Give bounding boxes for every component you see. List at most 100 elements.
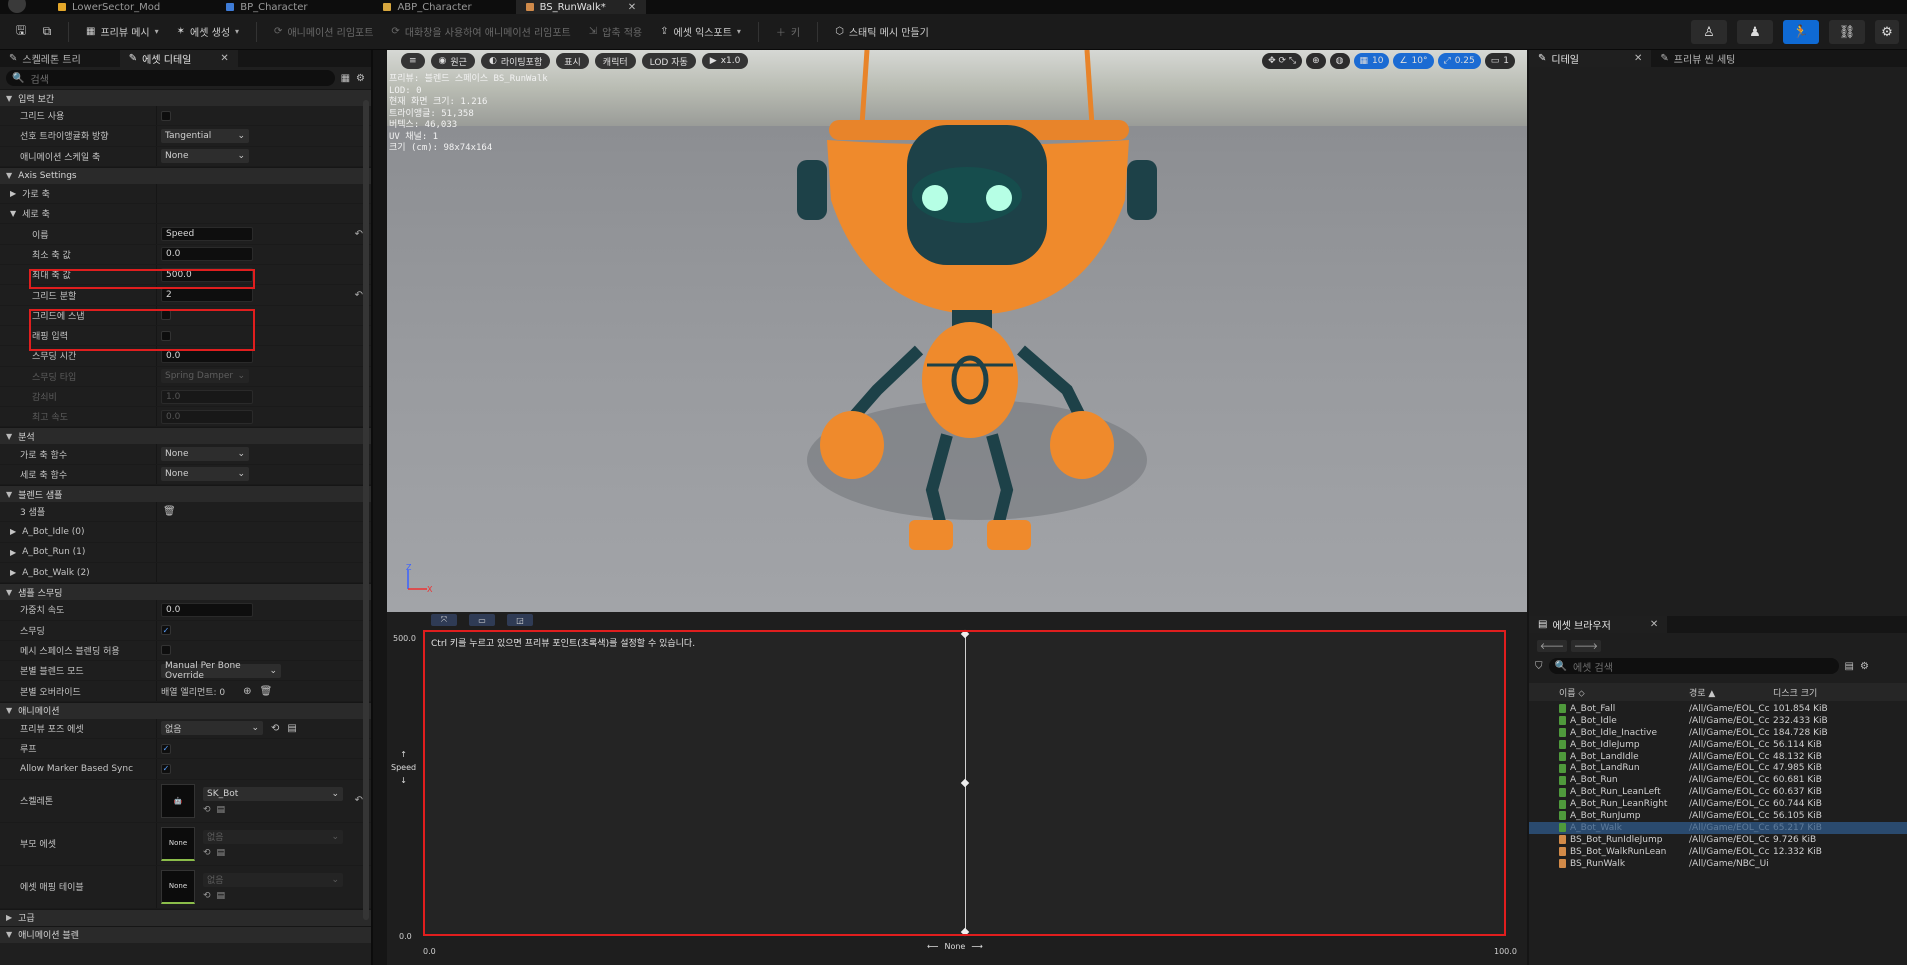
asset-row[interactable]: A_Bot_LandRun/All/Game/EOL_Cc 47.985 KiB [1529, 762, 1907, 774]
anim-axis-select[interactable]: None ⌄ [161, 149, 249, 164]
add-key-button[interactable]: ＋ 키 [769, 20, 807, 44]
max-axis-field[interactable]: 500.0 [161, 267, 253, 282]
blueprint-mode-icon[interactable]: ⛓ [1829, 20, 1865, 44]
lod-button[interactable]: LOD 자동 [641, 53, 696, 69]
min-axis-field[interactable]: 0.0 [161, 247, 253, 262]
back-icon[interactable]: 🡐 [1537, 640, 1567, 652]
sample-item-walk[interactable]: ▶ A_Bot_Walk (2) [0, 562, 371, 584]
transform-mode-icon[interactable]: ✥ ⟳ ⤡ [1262, 53, 1303, 69]
asset-row[interactable]: A_Bot_Run/All/Game/EOL_Cc 60.681 KiB [1529, 774, 1907, 786]
preview-mesh-button[interactable]: ▦ 프리뷰 메시 ▾ [79, 20, 166, 44]
scale-snap-button[interactable]: ⤢ 0.25 [1437, 53, 1481, 69]
add-element-icon[interactable]: ⊕ [243, 686, 251, 697]
tab-skeleton-tree[interactable]: ✎ 스켈레톤 트리 [0, 50, 90, 67]
apply-compression-button[interactable]: ⇲ 압축 적용 [582, 20, 649, 44]
mesh-blend-checkbox[interactable] [161, 645, 171, 656]
close-icon[interactable]: ✕ [220, 53, 228, 64]
browse-icon[interactable]: ⟲ [271, 723, 279, 734]
camera-speed-button[interactable]: ▭ 1 [1484, 53, 1515, 69]
blendspace-grid[interactable]: Ctrl 키를 누르고 있으면 프리뷰 포인트(초록색)를 설정할 수 있습니다… [423, 629, 1506, 937]
tab-lower-sector[interactable]: LowerSector_Mod [48, 0, 170, 14]
asset-map-thumbnail[interactable]: None [161, 869, 195, 904]
tab-abp-character[interactable]: ABP_Character [373, 0, 481, 14]
smooth-time-field[interactable]: 0.0 [161, 348, 253, 363]
asset-row[interactable]: A_Bot_LandIdle/All/Game/EOL_Cc 48.132 KiB [1529, 751, 1907, 763]
smoothing-checkbox[interactable]: ✓ [161, 625, 171, 636]
preview-viewport[interactable]: ≡ ◉ 원근 ◐ 라이팅포함 표시 캐릭터 LOD 자동 ▶ x1.0 ✥ ⟳ ⤡ ⊕… [387, 50, 1527, 612]
folder-icon[interactable]: ▤ [1845, 661, 1854, 672]
asset-search-input[interactable]: 🔍 에셋 검색 [1548, 658, 1839, 674]
smooth-type-select[interactable]: Spring Damper ⌄ [161, 369, 249, 384]
axis-name-field[interactable]: Speed [161, 227, 253, 242]
mesh-mode-icon[interactable]: ♟ [1737, 20, 1773, 44]
unreal-logo-icon[interactable] [0, 0, 34, 14]
tab-details[interactable]: ✎ 디테일 ✕ [1529, 50, 1652, 67]
character-button[interactable]: 캐릭터 [594, 53, 636, 69]
tab-bs-runwalk[interactable]: BS_RunWalk* ✕ [515, 0, 647, 14]
column-name[interactable]: 이름 ⬦ [1529, 686, 1689, 699]
section-analysis[interactable]: ▼ 분석 [0, 427, 371, 445]
folder-icon[interactable]: ▤ [217, 848, 226, 858]
asset-row[interactable]: A_Bot_RunJump/All/Game/EOL_Cc 56.105 KiB [1529, 810, 1907, 822]
parent-asset-thumbnail[interactable]: None [161, 826, 195, 861]
section-sample-smoothing[interactable]: ▼ 샘플 스무딩 [0, 583, 371, 601]
create-asset-button[interactable]: ✶ 에셋 생성 ▾ [170, 20, 246, 44]
playback-speed-button[interactable]: ▶ x1.0 [701, 53, 749, 69]
folder-icon[interactable]: ▤ [217, 805, 226, 815]
allow-marker-checkbox[interactable]: ✓ [161, 763, 171, 774]
column-size[interactable]: 디스크 크기 [1773, 686, 1907, 699]
section-anim-notify[interactable]: ▼ 애니메이션 블렌 [0, 925, 371, 943]
group-horizontal-axis[interactable]: ▶ 가로 축 [0, 183, 371, 205]
asset-row[interactable]: A_Bot_Run_LeanLeft/All/Game/EOL_Cc 60.637… [1529, 786, 1907, 798]
save-icon[interactable]: 🖫 [10, 21, 32, 43]
column-path[interactable]: 경로 ▲ [1689, 686, 1773, 699]
browse-icon[interactable]: ⟲ [203, 848, 211, 858]
asset-row[interactable]: A_Bot_IdleJump/All/Game/EOL_Cc 56.114 KiB [1529, 739, 1907, 751]
sample-item-idle[interactable]: ▶ A_Bot_Idle (0) [0, 522, 371, 543]
show-triangulation-icon[interactable]: ◲ [507, 614, 533, 626]
toggle-labels-icon[interactable]: ▭ [469, 614, 495, 626]
make-static-mesh-button[interactable]: ⬡ 스태틱 메시 만들기 [828, 20, 936, 44]
browse-icon[interactable]: ⟲ [203, 891, 211, 901]
asset-row[interactable]: BS_Bot_RunIdleJump/All/Game/EOL_Cc 9.726 … [1529, 834, 1907, 846]
asset-row[interactable]: A_Bot_Idle/All/Game/EOL_Cc 232.433 KiB [1529, 715, 1907, 727]
pref-tri-dir-select[interactable]: Tangential ⌄ [161, 128, 249, 143]
close-icon[interactable]: ✕ [628, 2, 636, 13]
per-bone-mode-select[interactable]: Manual Per Bone Override ⌄ [161, 661, 281, 681]
tab-preview-scene-settings[interactable]: ✎ 프리뷰 씬 세팅 [1651, 50, 1744, 67]
settings-icon[interactable]: ⚙ [356, 73, 365, 84]
section-advanced[interactable]: ▶ 고급 [0, 908, 371, 926]
filter-icon[interactable]: ⛉ [1535, 661, 1543, 672]
reset-icon[interactable]: ↶ [355, 290, 363, 301]
tab-asset-browser[interactable]: ▤ 에셋 브라우저 ✕ [1529, 616, 1668, 633]
trash-icon[interactable]: 🗑 [163, 506, 176, 517]
tab-asset-details[interactable]: ✎ 에셋 디테일 ✕ [119, 50, 238, 67]
asset-row[interactable]: BS_RunWalk/All/Game/NBC_Ui [1529, 858, 1907, 870]
sample-point-idle[interactable] [960, 927, 970, 937]
surface-snap-icon[interactable]: ◍ [1329, 53, 1350, 69]
asset-map-select[interactable]: 없음 ⌄ [203, 872, 343, 887]
close-icon[interactable]: ✕ [1634, 53, 1642, 64]
section-input-interp[interactable]: ▼ 입력 보간 [0, 89, 371, 106]
max-speed-field[interactable]: 0.0 [161, 409, 253, 424]
folder-icon[interactable]: ▤ [217, 891, 226, 901]
preview-pose-select[interactable]: 없음 ⌄ [161, 721, 263, 736]
rotation-snap-button[interactable]: ∠ 10° [1393, 53, 1434, 69]
reimport-animation-button[interactable]: ⟳ 애니메이션 리임포트 [267, 20, 380, 44]
grid-div-field[interactable]: 2 [161, 288, 253, 303]
grid-enable-checkbox[interactable] [161, 110, 171, 121]
settings-icon[interactable]: ⚙ [1860, 661, 1869, 672]
weight-speed-field[interactable]: 0.0 [161, 602, 253, 617]
section-blend-samples[interactable]: ▼ 블렌드 샘플 [0, 485, 371, 503]
group-vertical-axis[interactable]: ▼ 세로 축 [0, 204, 371, 225]
viewport-menu-button[interactable]: ≡ [401, 53, 425, 69]
parent-asset-select[interactable]: 없음 ⌄ [203, 829, 343, 844]
sample-point-walk[interactable] [960, 778, 970, 788]
sample-point-run[interactable] [960, 629, 970, 639]
forward-icon[interactable]: 🡒 [1571, 640, 1601, 652]
world-icon[interactable]: ⊕ [1306, 53, 1326, 69]
grid-snap-button[interactable]: ▦ 10 [1353, 53, 1390, 69]
animation-mode-icon[interactable]: 🏃 [1783, 20, 1819, 44]
sample-item-run[interactable]: ▶ A_Bot_Run (1) [0, 542, 371, 563]
reset-icon[interactable]: ↶ [355, 795, 363, 806]
